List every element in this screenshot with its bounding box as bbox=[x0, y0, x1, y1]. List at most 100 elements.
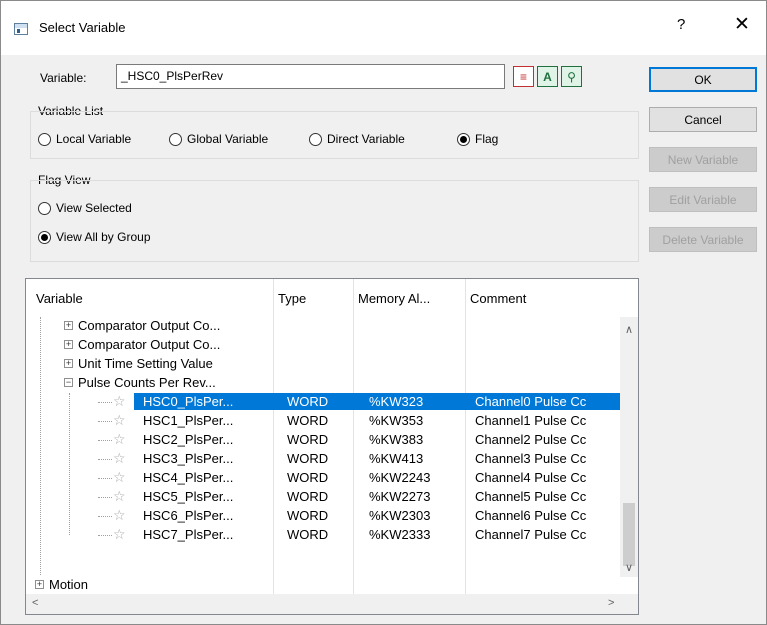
table-row[interactable]: ☆ HSC2_PlsPer... WORD %KW383 Channel2 Pu… bbox=[26, 431, 620, 448]
close-button[interactable]: ✕ bbox=[734, 13, 750, 36]
column-header-comment[interactable]: Comment bbox=[465, 279, 620, 317]
row-name: HSC6_PlsPer... bbox=[143, 508, 234, 523]
row-comment: Channel4 Pulse Cc bbox=[475, 470, 587, 485]
new-variable-button[interactable]: New Variable bbox=[649, 147, 757, 172]
row-type: WORD bbox=[287, 432, 329, 447]
vertical-scrollbar[interactable]: ∧ ∨ bbox=[620, 317, 638, 577]
row-memory: %KW2333 bbox=[369, 527, 431, 542]
scroll-right-icon[interactable]: > bbox=[608, 597, 614, 609]
radio-dot bbox=[38, 201, 51, 215]
star-icon[interactable]: ☆ bbox=[113, 393, 126, 410]
radio-dot bbox=[169, 132, 182, 146]
radio-label: Flag bbox=[475, 132, 499, 146]
delete-variable-button[interactable]: Delete Variable bbox=[649, 227, 757, 252]
select-variable-dialog: Select Variable ? ✕ Variable: _HSC0_PlsP… bbox=[0, 0, 767, 625]
group-label: Unit Time Setting Value bbox=[78, 356, 213, 371]
row-comment: Channel1 Pulse Cc bbox=[475, 413, 587, 428]
group-label: Comparator Output Co... bbox=[78, 337, 221, 352]
radio-view-all-by-group[interactable]: View All by Group bbox=[38, 230, 151, 244]
radio-label: View All by Group bbox=[56, 230, 151, 244]
search-tool-icon[interactable]: ⚲ bbox=[561, 66, 582, 87]
radio-label: Local Variable bbox=[56, 132, 132, 146]
tree-branch bbox=[98, 497, 112, 498]
tree-branch bbox=[98, 478, 112, 479]
row-name: HSC4_PlsPer... bbox=[143, 470, 234, 485]
table-row[interactable]: ☆ HSC4_PlsPer... WORD %KW2243 Channel4 P… bbox=[26, 469, 620, 486]
row-name: HSC7_PlsPer... bbox=[143, 527, 234, 542]
text-tool-icon[interactable]: A bbox=[537, 66, 558, 87]
star-icon[interactable]: ☆ bbox=[113, 450, 126, 467]
scroll-thumb[interactable] bbox=[623, 503, 635, 566]
group-row[interactable]: − Pulse Counts Per Rev... bbox=[26, 374, 620, 391]
group-row[interactable]: + Comparator Output Co... bbox=[26, 336, 620, 353]
scroll-down-icon[interactable]: ∨ bbox=[625, 561, 633, 574]
group-row[interactable]: + Comparator Output Co... bbox=[26, 317, 620, 334]
column-header-type[interactable]: Type bbox=[273, 279, 353, 317]
radio-view-selected[interactable]: View Selected bbox=[38, 201, 132, 215]
row-memory: %KW2243 bbox=[369, 470, 431, 485]
flag-view-group bbox=[30, 180, 639, 262]
star-icon[interactable]: ☆ bbox=[113, 526, 126, 543]
tree-branch bbox=[98, 535, 112, 536]
table-row[interactable]: ☆ HSC1_PlsPer... WORD %KW353 Channel1 Pu… bbox=[26, 412, 620, 429]
group-row[interactable]: + Unit Time Setting Value bbox=[26, 355, 620, 372]
scroll-left-icon[interactable]: < bbox=[32, 597, 38, 609]
row-type: WORD bbox=[287, 527, 329, 542]
radio-dot bbox=[38, 230, 51, 244]
table-row[interactable]: ☆ HSC6_PlsPer... WORD %KW2303 Channel6 P… bbox=[26, 507, 620, 524]
variable-table[interactable]: Variable Type Memory Al... Comment + Com… bbox=[25, 278, 639, 615]
collapse-icon[interactable]: − bbox=[64, 378, 73, 387]
row-memory: %KW353 bbox=[369, 413, 424, 428]
row-comment: Channel0 Pulse Cc bbox=[475, 394, 587, 409]
title-bar: Select Variable ? ✕ bbox=[1, 1, 766, 55]
group-label: Pulse Counts Per Rev... bbox=[78, 375, 216, 390]
dialog-title: Select Variable bbox=[39, 20, 126, 35]
scroll-up-icon[interactable]: ∧ bbox=[625, 323, 633, 336]
row-type: WORD bbox=[287, 394, 329, 409]
expand-icon[interactable]: + bbox=[64, 359, 73, 368]
radio-local-variable[interactable]: Local Variable bbox=[38, 132, 131, 146]
expand-icon[interactable]: + bbox=[64, 321, 73, 330]
tree-branch bbox=[98, 516, 112, 517]
star-icon[interactable]: ☆ bbox=[113, 469, 126, 486]
radio-direct-variable[interactable]: Direct Variable bbox=[309, 132, 405, 146]
variable-label: Variable: bbox=[40, 71, 87, 85]
variable-list-tool-icon[interactable]: ≡ bbox=[513, 66, 534, 87]
row-type: WORD bbox=[287, 508, 329, 523]
radio-global-variable[interactable]: Global Variable bbox=[169, 132, 268, 146]
ok-button[interactable]: OK bbox=[649, 67, 757, 92]
radio-dot bbox=[457, 132, 470, 146]
radio-dot bbox=[38, 132, 51, 146]
horizontal-scrollbar[interactable]: < > bbox=[26, 594, 638, 614]
edit-variable-button[interactable]: Edit Variable bbox=[649, 187, 757, 212]
row-memory: %KW383 bbox=[369, 432, 424, 447]
table-row[interactable]: ☆ HSC0_PlsPer... WORD %KW323 Channel0 Pu… bbox=[26, 393, 620, 410]
tree-branch bbox=[98, 440, 112, 441]
group-label: Comparator Output Co... bbox=[78, 318, 221, 333]
row-memory: %KW2303 bbox=[369, 508, 431, 523]
cancel-button[interactable]: Cancel bbox=[649, 107, 757, 132]
variable-input[interactable]: _HSC0_PlsPerRev bbox=[116, 64, 505, 89]
star-icon[interactable]: ☆ bbox=[113, 488, 126, 505]
star-icon[interactable]: ☆ bbox=[113, 431, 126, 448]
row-comment: Channel6 Pulse Cc bbox=[475, 508, 587, 523]
column-header-memory[interactable]: Memory Al... bbox=[353, 279, 465, 317]
row-name: HSC5_PlsPer... bbox=[143, 489, 234, 504]
column-header-variable[interactable]: Variable bbox=[31, 279, 273, 317]
row-type: WORD bbox=[287, 470, 329, 485]
star-icon[interactable]: ☆ bbox=[113, 412, 126, 429]
star-icon[interactable]: ☆ bbox=[113, 507, 126, 524]
row-comment: Channel2 Pulse Cc bbox=[475, 432, 587, 447]
help-button[interactable]: ? bbox=[677, 16, 685, 33]
app-icon bbox=[14, 23, 28, 35]
row-name: HSC2_PlsPer... bbox=[143, 432, 234, 447]
row-memory: %KW413 bbox=[369, 451, 424, 466]
table-row[interactable]: ☆ HSC5_PlsPer... WORD %KW2273 Channel5 P… bbox=[26, 488, 620, 505]
table-row[interactable]: ☆ HSC3_PlsPer... WORD %KW413 Channel3 Pu… bbox=[26, 450, 620, 467]
tree-branch bbox=[98, 459, 112, 460]
expand-icon[interactable]: + bbox=[64, 340, 73, 349]
group-row[interactable]: + Motion bbox=[26, 576, 620, 593]
radio-flag[interactable]: Flag bbox=[457, 132, 498, 146]
table-row[interactable]: ☆ HSC7_PlsPer... WORD %KW2333 Channel7 P… bbox=[26, 526, 620, 543]
expand-icon[interactable]: + bbox=[35, 580, 44, 589]
